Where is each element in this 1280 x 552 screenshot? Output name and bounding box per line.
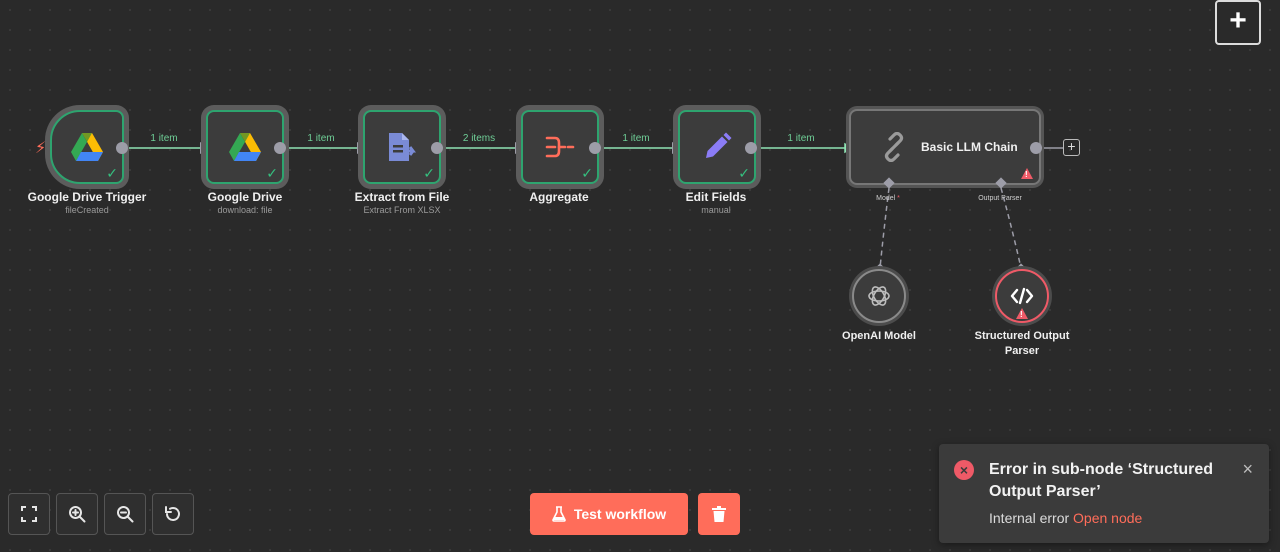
success-check-icon: ✓ [106, 165, 118, 181]
flask-icon [552, 506, 566, 522]
toast-message-text: Internal error [989, 510, 1070, 526]
pencil-icon [706, 132, 732, 158]
openai-icon [868, 286, 890, 306]
edge-item-count: 1 item [787, 133, 815, 144]
node-subtitle: download: file [217, 205, 273, 215]
node-extract-from-file[interactable]: ✓ [363, 110, 441, 184]
zoom-out-button[interactable] [104, 493, 146, 535]
success-check-icon: ✓ [581, 165, 593, 181]
output-port[interactable] [1030, 142, 1042, 154]
parser-port-label: Output Parser [978, 195, 1022, 202]
error-icon: × [954, 460, 974, 480]
node-label: Google Drive Trigger [27, 190, 147, 204]
test-workflow-label: Test workflow [573, 506, 667, 522]
output-port[interactable] [116, 142, 128, 154]
node-label: Aggregate [529, 190, 589, 204]
zoom-in-button[interactable] [56, 493, 98, 535]
warning-icon: ! [1021, 168, 1033, 179]
error-toast: × Error in sub-node ‘Structured Output P… [939, 444, 1269, 543]
aggregate-icon [545, 136, 575, 158]
trigger-bolt-icon: ⚡ [35, 140, 47, 157]
file-export-icon [389, 133, 416, 161]
trash-icon [712, 506, 726, 522]
workflow-canvas[interactable]: ⚡ ✓ Google Drive Trigger fileCreated 1 i… [0, 0, 1280, 552]
delete-button[interactable] [698, 493, 740, 535]
test-workflow-button[interactable]: Test workflow [530, 493, 688, 535]
zoom-in-icon [69, 506, 86, 523]
model-label-text: Model [876, 195, 896, 202]
success-check-icon: ✓ [423, 165, 435, 181]
output-port[interactable] [431, 142, 443, 154]
fit-view-button[interactable] [8, 493, 50, 535]
success-check-icon: ✓ [738, 165, 750, 181]
node-aggregate[interactable]: ✓ [521, 110, 599, 184]
node-label: OpenAI Model [842, 330, 916, 342]
google-drive-icon [71, 133, 103, 161]
node-subtitle: fileCreated [65, 205, 109, 215]
edge-item-count: 1 item [622, 133, 650, 144]
code-icon [1010, 287, 1034, 305]
node-google-drive-trigger[interactable]: ✓ [50, 110, 124, 184]
required-marker: * [897, 195, 900, 202]
success-check-icon: ✓ [266, 165, 278, 181]
google-drive-icon [229, 133, 261, 161]
toast-message: Internal error Open node [989, 510, 1142, 526]
close-icon[interactable]: × [1242, 460, 1253, 478]
node-openai-model[interactable] [852, 269, 906, 323]
fit-view-icon [21, 506, 37, 522]
zoom-out-icon [117, 506, 134, 523]
warning-icon: ! [1016, 308, 1028, 319]
node-basic-llm-chain[interactable]: Basic LLM Chain [849, 109, 1041, 185]
add-node-panel-button[interactable]: + [1215, 0, 1261, 45]
edge-item-count: 1 item [307, 133, 335, 144]
toast-title: Error in sub-node ‘Structured Output Par… [989, 461, 1214, 500]
node-label: Edit Fields [685, 190, 747, 204]
link-icon [884, 132, 904, 162]
edge-item-count: 1 item [150, 133, 178, 144]
chain-title: Basic LLM Chain [921, 140, 1018, 154]
edge-item-count: 2 items [462, 133, 496, 144]
node-subtitle: manual [701, 205, 731, 215]
node-google-drive[interactable]: ✓ [206, 110, 284, 184]
undo-icon [165, 506, 180, 521]
node-subtitle: Extract From XLSX [363, 205, 441, 215]
node-label: Extract from File [354, 190, 450, 204]
output-port[interactable] [274, 142, 286, 154]
node-label: Structured Output Parser [974, 330, 1070, 357]
reset-zoom-button[interactable] [152, 493, 194, 535]
node-label: Google Drive [207, 190, 283, 204]
add-node-button[interactable]: + [1063, 139, 1080, 156]
open-node-link[interactable]: Open node [1073, 510, 1142, 526]
model-port-label: Model * [848, 195, 928, 202]
output-port[interactable] [589, 142, 601, 154]
output-port[interactable] [745, 142, 757, 154]
